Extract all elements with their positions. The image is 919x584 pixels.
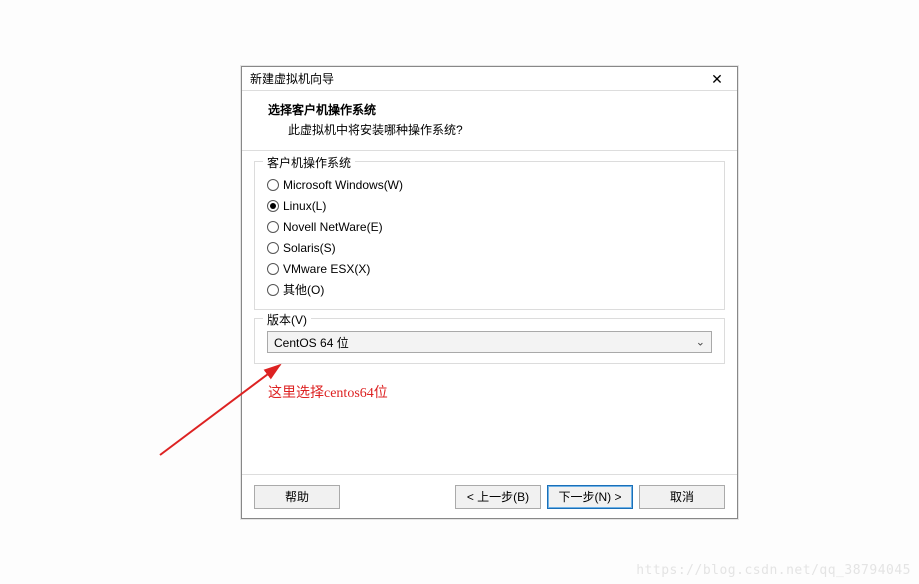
guest-os-radio-list: Microsoft Windows(W) Linux(L) Novell Net… <box>267 176 712 299</box>
radio-label: Novell NetWare(E) <box>283 218 383 236</box>
chevron-down-icon: ⌄ <box>696 336 705 349</box>
radio-other[interactable]: 其他(O) <box>267 281 712 299</box>
radio-icon <box>267 221 279 233</box>
radio-label: VMware ESX(X) <box>283 260 370 278</box>
radio-label: Solaris(S) <box>283 239 336 257</box>
radio-linux[interactable]: Linux(L) <box>267 197 712 215</box>
radio-label: 其他(O) <box>283 281 324 299</box>
radio-icon <box>267 242 279 254</box>
guest-os-legend: 客户机操作系统 <box>263 154 355 171</box>
close-icon[interactable]: ✕ <box>703 71 731 87</box>
radio-label: Linux(L) <box>283 197 326 215</box>
cancel-button[interactable]: 取消 <box>639 485 725 509</box>
version-legend: 版本(V) <box>263 311 311 328</box>
annotation-text: 这里选择centos64位 <box>254 372 725 402</box>
radio-icon <box>267 284 279 296</box>
radio-label: Microsoft Windows(W) <box>283 176 403 194</box>
radio-icon <box>267 179 279 191</box>
dialog-title: 新建虚拟机向导 <box>250 70 703 87</box>
wizard-heading: 选择客户机操作系统 <box>268 101 721 118</box>
version-selected-value: CentOS 64 位 <box>274 334 349 351</box>
radio-vmware-esx[interactable]: VMware ESX(X) <box>267 260 712 278</box>
wizard-header: 选择客户机操作系统 此虚拟机中将安装哪种操作系统? <box>242 91 737 151</box>
radio-icon <box>267 200 279 212</box>
new-vm-wizard-dialog: 新建虚拟机向导 ✕ 选择客户机操作系统 此虚拟机中将安装哪种操作系统? 客户机操… <box>241 66 738 519</box>
version-select[interactable]: CentOS 64 位 ⌄ <box>267 331 712 353</box>
version-group: 版本(V) CentOS 64 位 ⌄ <box>254 318 725 364</box>
radio-windows[interactable]: Microsoft Windows(W) <box>267 176 712 194</box>
radio-icon <box>267 263 279 275</box>
guest-os-group: 客户机操作系统 Microsoft Windows(W) Linux(L) No… <box>254 161 725 310</box>
radio-netware[interactable]: Novell NetWare(E) <box>267 218 712 236</box>
watermark-text: https://blog.csdn.net/qq_38794045 <box>636 563 911 578</box>
wizard-content: 客户机操作系统 Microsoft Windows(W) Linux(L) No… <box>242 151 737 474</box>
next-button[interactable]: 下一步(N) > <box>547 485 633 509</box>
help-button[interactable]: 帮助 <box>254 485 340 509</box>
wizard-subheading: 此虚拟机中将安装哪种操作系统? <box>268 121 721 138</box>
wizard-footer: 帮助 < 上一步(B) 下一步(N) > 取消 <box>242 474 737 518</box>
back-button[interactable]: < 上一步(B) <box>455 485 541 509</box>
titlebar: 新建虚拟机向导 ✕ <box>242 67 737 91</box>
radio-solaris[interactable]: Solaris(S) <box>267 239 712 257</box>
